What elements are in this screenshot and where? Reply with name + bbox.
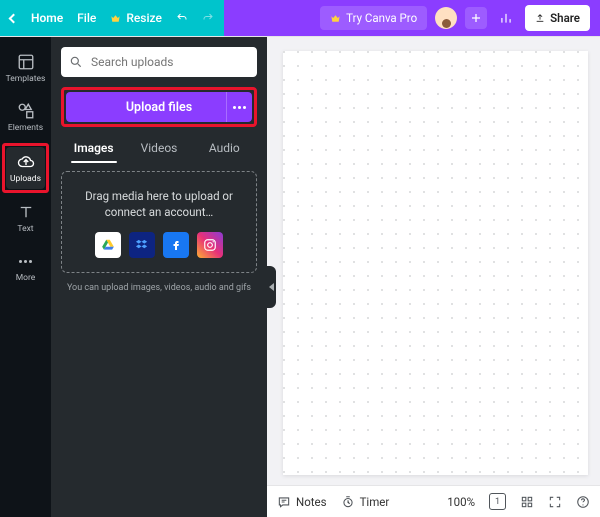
back-button[interactable]	[10, 15, 17, 22]
rail-text-label: Text	[17, 224, 33, 234]
notes-button[interactable]: Notes	[277, 495, 327, 509]
connect-facebook[interactable]	[163, 232, 189, 258]
resize-label: Resize	[126, 11, 162, 25]
connect-accounts	[95, 232, 223, 258]
bottom-bar: Notes Timer 100% 1	[267, 485, 600, 517]
templates-icon	[17, 53, 35, 71]
google-drive-icon	[101, 238, 115, 252]
help-button[interactable]	[576, 495, 590, 509]
upload-hint: You can upload images, videos, audio and…	[61, 283, 257, 293]
rail-uploads[interactable]: Uploads	[6, 147, 45, 189]
side-rail: Templates Elements Uploads Text More	[0, 37, 51, 517]
expand-icon	[548, 495, 562, 509]
search-icon	[69, 55, 83, 69]
tab-images[interactable]: Images	[65, 137, 122, 161]
page-count-badge[interactable]: 1	[489, 493, 506, 510]
share-label: Share	[550, 11, 580, 25]
rail-uploads-label: Uploads	[10, 174, 41, 184]
bar-chart-icon	[499, 11, 513, 25]
upload-tabs: Images Videos Audio	[61, 137, 257, 161]
text-icon	[17, 203, 35, 221]
plus-icon	[470, 12, 482, 24]
insights-button[interactable]	[495, 7, 517, 29]
rail-more[interactable]: More	[3, 244, 48, 291]
connect-google-drive[interactable]	[95, 232, 121, 258]
instagram-icon	[203, 238, 217, 252]
dropzone-text: Drag media here to upload or connect an …	[72, 188, 246, 220]
cloud-upload-icon	[17, 153, 35, 171]
top-bar: Home File Resize Try Canva Pro Share	[0, 0, 600, 37]
search-input[interactable]	[89, 54, 249, 70]
help-icon	[576, 495, 590, 509]
rail-elements[interactable]: Elements	[3, 94, 48, 141]
dropbox-icon	[135, 238, 149, 252]
undo-button[interactable]	[176, 12, 188, 24]
upload-icon	[535, 13, 545, 23]
try-pro-button[interactable]: Try Canva Pro	[320, 6, 427, 30]
avatar[interactable]	[435, 7, 457, 29]
tab-audio[interactable]: Audio	[196, 137, 253, 161]
home-link[interactable]: Home	[31, 11, 63, 25]
rail-templates[interactable]: Templates	[3, 45, 48, 92]
notes-label: Notes	[296, 495, 327, 509]
redo-button[interactable]	[202, 12, 214, 24]
chevron-left-icon	[9, 13, 19, 23]
rail-text[interactable]: Text	[3, 195, 48, 242]
fullscreen-button[interactable]	[548, 495, 562, 509]
zoom-level[interactable]: 100%	[447, 495, 475, 509]
top-bar-left: Home File Resize	[0, 0, 224, 36]
panel-collapse-handle[interactable]	[267, 266, 276, 308]
search-uploads[interactable]	[61, 47, 257, 77]
main-area: Templates Elements Uploads Text More	[0, 37, 600, 517]
try-pro-label: Try Canva Pro	[346, 11, 417, 25]
rail-elements-label: Elements	[8, 123, 43, 133]
upload-more-button[interactable]	[226, 92, 252, 122]
grid-view-button[interactable]	[520, 495, 534, 509]
top-bar-right: Try Canva Pro Share	[224, 0, 600, 36]
canvas-area: Notes Timer 100% 1	[267, 37, 600, 517]
crown-icon	[330, 13, 341, 24]
rail-more-label: More	[16, 273, 36, 283]
connect-instagram[interactable]	[197, 232, 223, 258]
add-member-button[interactable]	[465, 7, 487, 29]
elements-icon	[17, 102, 35, 120]
rail-templates-label: Templates	[6, 74, 46, 84]
connect-dropbox[interactable]	[129, 232, 155, 258]
resize-button[interactable]: Resize	[110, 11, 162, 25]
crown-icon	[110, 13, 121, 24]
timer-button[interactable]: Timer	[341, 495, 390, 509]
rail-uploads-highlight: Uploads	[2, 143, 49, 193]
timer-icon	[341, 495, 355, 509]
facebook-icon	[170, 239, 182, 251]
design-canvas[interactable]	[283, 51, 588, 475]
notes-icon	[277, 495, 291, 509]
share-button[interactable]: Share	[525, 5, 590, 31]
upload-label: Upload files	[126, 100, 192, 115]
more-icon	[19, 260, 32, 263]
uploads-panel: Upload files Images Videos Audio Drag me…	[51, 37, 267, 517]
tab-videos[interactable]: Videos	[130, 137, 187, 161]
upload-highlight: Upload files	[61, 87, 257, 127]
grid-icon	[520, 495, 534, 509]
dropzone[interactable]: Drag media here to upload or connect an …	[61, 171, 257, 273]
file-menu[interactable]: File	[77, 11, 96, 25]
timer-label: Timer	[360, 495, 390, 509]
upload-files-button[interactable]: Upload files	[66, 92, 252, 122]
